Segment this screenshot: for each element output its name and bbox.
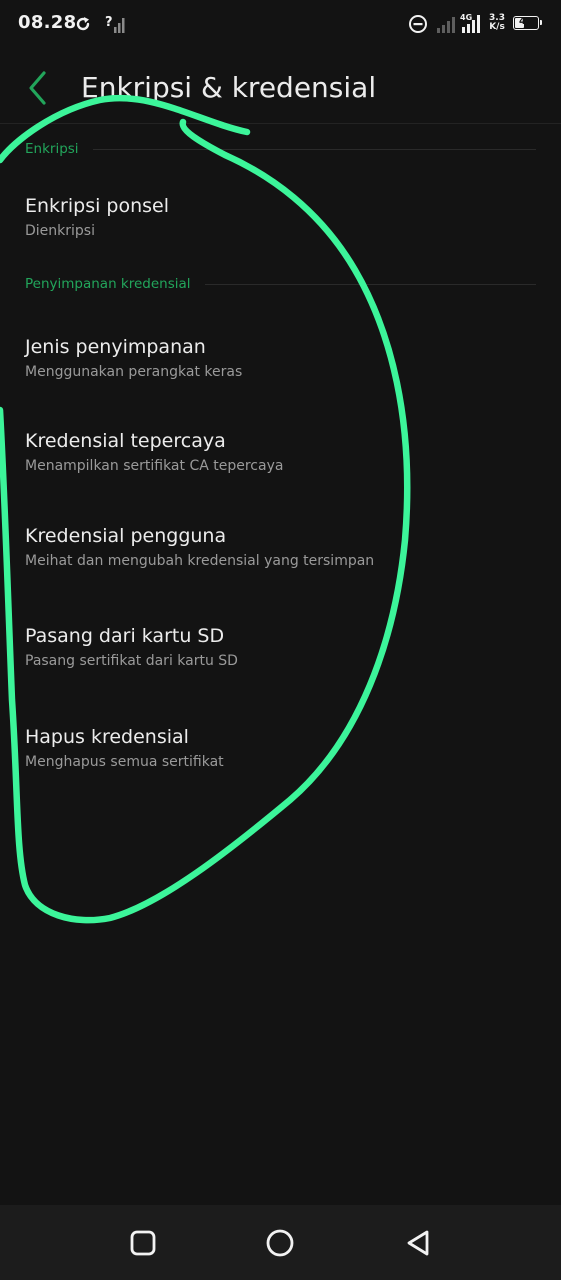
sync-icon <box>76 17 90 31</box>
page-title: Enkripsi & kredensial <box>81 71 377 104</box>
signal-bars-icon <box>437 17 455 33</box>
section-divider <box>204 283 536 285</box>
list-item-kredensial-tepercaya[interactable]: Kredensial tepercaya Menampilkan sertifi… <box>0 430 561 510</box>
list-item-enkripsi-ponsel[interactable]: Enkripsi ponsel Dienkripsi <box>0 195 561 275</box>
battery-icon: 47 <box>513 16 542 30</box>
item-subtitle: Dienkripsi <box>25 223 95 239</box>
recents-square-icon <box>130 1230 156 1256</box>
item-title: Enkripsi ponsel <box>25 195 170 217</box>
list-item-hapus-kredensial[interactable]: Hapus kredensial Menghapus semua sertifi… <box>0 726 561 806</box>
do-not-disturb-icon <box>409 15 427 33</box>
home-button[interactable] <box>262 1225 298 1261</box>
back-triangle-icon <box>407 1230 429 1256</box>
svg-text:4G: 4G <box>460 13 472 22</box>
4g-signal-icon: 4G <box>460 13 480 33</box>
app-bar-divider <box>0 123 561 124</box>
network-speed: 3.3 K/s <box>488 14 506 32</box>
item-subtitle: Meihat dan mengubah kredensial yang ters… <box>25 553 375 569</box>
list-item-kredensial-pengguna[interactable]: Kredensial pengguna Meihat dan mengubah … <box>0 525 561 605</box>
home-circle-icon <box>266 1229 294 1257</box>
section-label: Enkripsi <box>25 141 79 157</box>
section-header-penyimpanan-kredensial: Penyimpanan kredensial <box>25 274 536 294</box>
section-label: Penyimpanan kredensial <box>25 276 191 292</box>
item-subtitle: Menghapus semua sertifikat <box>25 754 224 770</box>
status-bar: 08.28 ? 4G 3.3 K/s 47 <box>0 0 561 50</box>
navigation-bar <box>0 1205 561 1280</box>
chevron-left-icon <box>29 71 46 105</box>
item-title: Hapus kredensial <box>25 726 189 748</box>
item-subtitle: Pasang sertifikat dari kartu SD <box>25 653 238 669</box>
app-bar: Enkripsi & kredensial <box>0 55 561 123</box>
no-signal-icon: ? <box>105 15 125 33</box>
list-item-jenis-penyimpanan[interactable]: Jenis penyimpanan Menggunakan perangkat … <box>0 336 561 416</box>
item-subtitle: Menggunakan perangkat keras <box>25 364 243 380</box>
battery-level: 47 <box>519 16 533 27</box>
item-title: Kredensial tepercaya <box>25 430 226 452</box>
item-title: Jenis penyimpanan <box>25 336 206 358</box>
item-subtitle: Menampilkan sertifikat CA tepercaya <box>25 458 284 474</box>
section-divider <box>92 148 536 150</box>
status-time: 08.28 <box>18 12 77 33</box>
item-title: Kredensial pengguna <box>25 525 227 547</box>
list-item-pasang-dari-kartu-sd[interactable]: Pasang dari kartu SD Pasang sertifikat d… <box>0 625 561 705</box>
back-button[interactable] <box>20 67 56 109</box>
section-header-enkripsi: Enkripsi <box>25 139 536 159</box>
recents-button[interactable] <box>125 1225 161 1261</box>
nav-back-button[interactable] <box>400 1225 436 1261</box>
item-title: Pasang dari kartu SD <box>25 625 225 647</box>
network-speed-unit: K/s <box>489 22 505 32</box>
battery-tip <box>540 20 542 25</box>
svg-text:?: ? <box>105 15 113 30</box>
